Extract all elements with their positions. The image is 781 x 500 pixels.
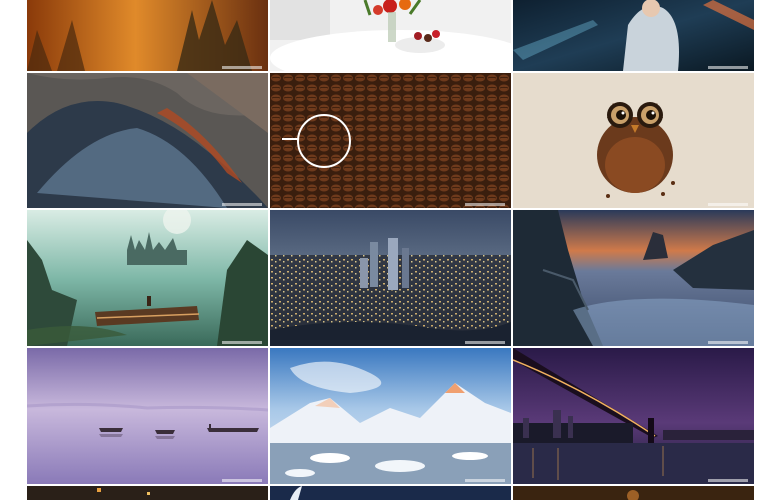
wallpaper-thumb-row5-left[interactable]	[27, 486, 268, 500]
mountain-ridge-image	[27, 73, 268, 208]
watermark	[708, 66, 748, 69]
watermark	[222, 66, 262, 69]
wallpaper-thumb-mountain-ridge[interactable]	[27, 73, 268, 208]
rocky-coast-image	[513, 210, 754, 346]
watermark	[222, 479, 262, 482]
snowy-mountains-image	[270, 348, 511, 484]
coffee-owl-image	[513, 73, 754, 208]
wallpaper-thumb-flowers-table[interactable]	[270, 0, 511, 71]
wallpaper-thumb-rocky-coast[interactable]	[513, 210, 754, 346]
wallpaper-thumb-snowy-mountains[interactable]	[270, 348, 511, 484]
wallpaper-thumb-coffee-beans[interactable]	[270, 73, 511, 208]
night-bridge-image	[513, 348, 754, 484]
row5-middle-image	[270, 486, 511, 500]
misty-forest-image	[27, 0, 268, 71]
wallpaper-gallery	[0, 0, 781, 500]
row5-right-image	[513, 486, 754, 500]
wallpaper-thumb-misty-boats[interactable]	[27, 348, 268, 484]
wallpaper-thumb-coffee-owl[interactable]	[513, 73, 754, 208]
wallpaper-thumb-scifi-girl[interactable]	[513, 0, 754, 71]
wallpaper-thumb-night-bridge[interactable]	[513, 348, 754, 484]
fantasy-castle-image	[27, 210, 268, 346]
wallpaper-thumb-row5-middle[interactable]	[270, 486, 511, 500]
watermark	[465, 203, 505, 206]
watermark	[222, 341, 262, 344]
row5-left-image	[27, 486, 268, 500]
wallpaper-thumb-row5-right[interactable]	[513, 486, 754, 500]
misty-boats-image	[27, 348, 268, 484]
watermark	[708, 203, 748, 206]
city-skyline-image	[270, 210, 511, 346]
coffee-beans-image	[270, 73, 511, 208]
watermark	[465, 341, 505, 344]
watermark	[708, 479, 748, 482]
watermark	[465, 479, 505, 482]
wallpaper-thumb-city-skyline[interactable]	[270, 210, 511, 346]
watermark	[222, 203, 262, 206]
watermark	[465, 66, 505, 69]
wallpaper-thumb-misty-forest[interactable]	[27, 0, 268, 71]
scifi-girl-image	[513, 0, 754, 71]
watermark	[708, 341, 748, 344]
flowers-table-image	[270, 0, 511, 71]
wallpaper-thumb-fantasy-castle[interactable]	[27, 210, 268, 346]
